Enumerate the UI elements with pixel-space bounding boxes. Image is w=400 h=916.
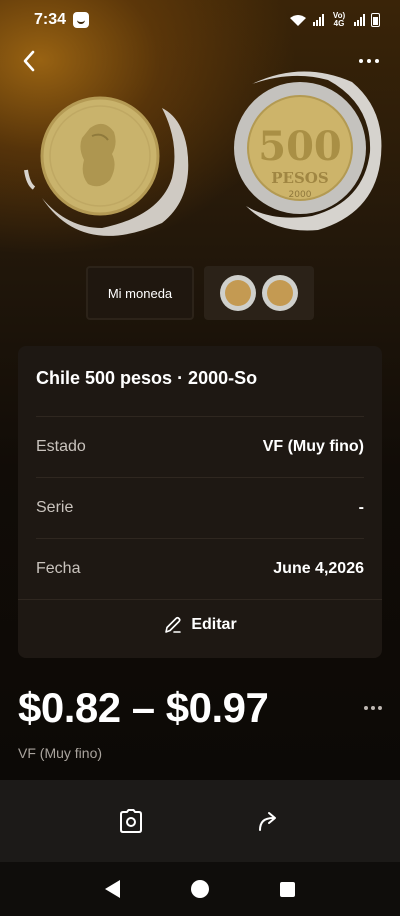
notification-app-icon [73,12,90,28]
status-time: 7:34 [34,11,67,28]
coin-thumb-reverse [262,275,298,311]
row-label: Estado [36,437,86,455]
my-coin-label: Mi moneda [107,285,173,301]
row-label: Fecha [36,559,81,577]
price-grade: VF (Muy fino) [18,745,103,761]
share-button[interactable] [249,801,289,841]
edit-button[interactable]: Editar [18,599,382,649]
status-bar: 7:34 Vo) 4G [0,0,400,40]
reverse-pesos: PESOS [271,169,328,187]
detail-row-serie: Serie - [36,477,364,537]
price-range: $0.82 – $0.97 [18,684,269,731]
detail-row-fecha: Fecha June 4,2026 [36,538,364,598]
nav-home-icon[interactable] [190,880,209,898]
status-indicators: Vo) 4G [289,12,380,28]
pencil-icon [165,616,182,633]
signal-icon-2 [354,14,365,26]
coin-thumb-obverse [220,275,256,311]
share-arrow-icon [259,812,276,831]
signal-icon [313,14,324,26]
bottom-action-bar [0,780,400,862]
nav-recents-icon[interactable] [279,881,295,897]
my-coin-tab[interactable]: Mi moneda [86,266,194,320]
edit-label: Editar [191,615,237,633]
row-value: - [358,498,364,516]
battery-icon [371,13,380,27]
camera-frame-icon [120,809,142,833]
more-horizontal-icon [364,706,368,710]
coin-obverse-image[interactable] [22,88,192,238]
reverse-year: 2000 [289,190,312,200]
coin-thumbnail-tab[interactable] [204,266,314,320]
row-label: Serie [36,498,74,516]
coin-title: Chile 500 pesos · 2000-So [36,368,258,388]
system-navigation-bar [0,862,400,916]
coin-details-card: Chile 500 pesos · 2000-So Estado VF (Muy… [18,346,382,658]
reverse-denomination: 500 [258,123,342,170]
chevron-left-icon [23,50,35,72]
network-type-label: Vo) 4G [332,11,346,28]
row-value: June 4,2026 [273,559,364,577]
price-more-button[interactable] [364,706,382,710]
row-value: VF (Muy fino) [262,437,364,455]
back-button[interactable] [14,46,44,76]
coin-reverse-image[interactable]: 500 PESOS 2000 [222,64,384,234]
wifi-icon [290,14,306,26]
nav-back-icon[interactable] [105,880,121,898]
more-horizontal-icon [359,59,363,63]
photo-button[interactable] [111,801,151,841]
detail-row-estado: Estado VF (Muy fino) [36,416,364,476]
